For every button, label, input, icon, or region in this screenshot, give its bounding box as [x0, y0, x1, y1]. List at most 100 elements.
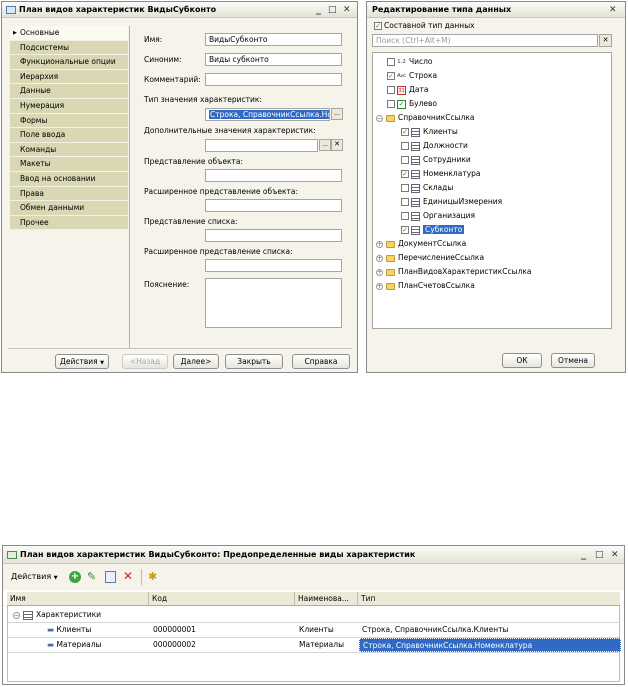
- type-select-button[interactable]: ...: [331, 108, 343, 120]
- minimize-button[interactable]: _: [581, 546, 586, 563]
- nav-item-rights[interactable]: Права: [10, 186, 128, 202]
- expand-icon[interactable]: +: [376, 254, 383, 262]
- table-row[interactable]: ▬ Материалы 000000002 Материалы Строка, …: [8, 638, 621, 653]
- search-clear-button[interactable]: ✕: [599, 34, 612, 47]
- next-button[interactable]: Далее>: [173, 354, 219, 369]
- object-extended-representation-label: Расширенное представление объекта:: [144, 187, 299, 196]
- explanation-field[interactable]: [205, 278, 342, 328]
- tree-group-chart-of-accounts-ref[interactable]: + ПланСчетовСсылка: [376, 279, 475, 292]
- help-button[interactable]: Справка: [292, 354, 350, 369]
- extra-values-field[interactable]: [205, 139, 318, 152]
- cancel-button[interactable]: Отмена: [551, 353, 595, 368]
- tree-group-enum-ref[interactable]: + ПеречислениеСсылка: [376, 251, 484, 264]
- toolbar-actions-menu[interactable]: Действия ▼: [11, 572, 58, 581]
- object-extended-representation-field[interactable]: [205, 199, 342, 212]
- tree-label: ПланВидовХарактеристикСсылка: [398, 267, 532, 276]
- tree-item-date[interactable]: 31 Дата: [387, 83, 428, 96]
- nav-item-functional-options[interactable]: Функциональные опции: [10, 55, 128, 70]
- checkbox-icon: [387, 58, 395, 66]
- minimize-button[interactable]: _: [316, 2, 321, 17]
- tree-item-clients[interactable]: ✓ Клиенты: [401, 125, 458, 138]
- nav-item-hierarchy[interactable]: Иерархия: [10, 69, 128, 85]
- close-dialog-button[interactable]: Закрыть: [225, 354, 283, 369]
- nav-item-input-based-on[interactable]: Ввод на основании: [10, 171, 128, 187]
- actions-button[interactable]: Действия ▼: [55, 354, 109, 369]
- collapse-icon[interactable]: −: [376, 114, 383, 122]
- list-representation-field[interactable]: [205, 229, 342, 242]
- tree-item-warehouses[interactable]: Склады: [401, 181, 453, 194]
- string-icon: Aᵦc: [397, 72, 406, 79]
- tree-item-organization[interactable]: Организация: [401, 209, 475, 222]
- close-button[interactable]: ✕: [611, 546, 619, 563]
- tree-item-string[interactable]: ✓ Aᵦc Строка: [387, 69, 437, 82]
- type-field[interactable]: Строка, СправочникСсылка.Ном: [205, 108, 330, 121]
- column-code[interactable]: Код: [149, 592, 295, 606]
- checkbox-icon: [401, 198, 409, 206]
- tree-label: Булево: [409, 99, 438, 108]
- copy-icon[interactable]: [105, 571, 116, 583]
- expand-icon[interactable]: +: [376, 268, 383, 276]
- type-search-input[interactable]: Поиск (Ctrl+Alt+M): [372, 34, 598, 47]
- catalog-icon: [411, 211, 420, 221]
- folder-icon: [386, 240, 395, 248]
- close-button[interactable]: ✕: [343, 2, 351, 17]
- nav-item-commands[interactable]: Команды: [10, 142, 128, 158]
- tree-group-document-ref[interactable]: + ДокументСсылка: [376, 237, 466, 250]
- checkbox-icon: [401, 156, 409, 164]
- type-editor-close-button[interactable]: ✕: [609, 2, 617, 17]
- ok-button[interactable]: ОК: [502, 353, 542, 368]
- nav-item-other[interactable]: Прочее: [10, 215, 128, 231]
- list-extended-representation-field[interactable]: [205, 259, 342, 272]
- catalog-icon: [411, 127, 420, 137]
- expand-icon[interactable]: +: [376, 240, 383, 248]
- comment-label: Комментарий:: [144, 75, 201, 84]
- collapse-icon[interactable]: −: [13, 611, 20, 619]
- explanation-label: Пояснение:: [144, 280, 190, 289]
- tree-item-subconto[interactable]: ✓ Субконто: [401, 223, 465, 236]
- folder-icon: [386, 268, 395, 276]
- nav-item-input-field[interactable]: Поле ввода: [10, 128, 128, 143]
- tree-item-units[interactable]: ЕдиницыИзмерения: [401, 195, 502, 208]
- tree-group-catalog-ref[interactable]: − СправочникСсылка: [376, 111, 474, 124]
- synonym-field[interactable]: Виды субконто: [205, 53, 342, 66]
- checkbox-icon: [401, 142, 409, 150]
- composite-type-checkbox[interactable]: ✓ Составной тип данных: [374, 21, 475, 30]
- nav-item-data[interactable]: Данные: [10, 84, 128, 99]
- tree-item-number[interactable]: 1.2 Число: [387, 55, 433, 68]
- comment-field[interactable]: [205, 73, 342, 86]
- extra-values-select-button[interactable]: ...: [319, 139, 331, 151]
- nav-item-numbering[interactable]: Нумерация: [10, 98, 128, 114]
- maximize-button[interactable]: □: [595, 546, 604, 563]
- name-field[interactable]: ВидыСубконто: [205, 33, 342, 46]
- nav-item-forms[interactable]: Формы: [10, 113, 128, 129]
- object-representation-field[interactable]: [205, 169, 342, 182]
- add-group-icon[interactable]: ✱: [148, 570, 157, 583]
- add-icon[interactable]: +: [69, 571, 81, 583]
- expand-icon[interactable]: +: [376, 282, 383, 290]
- tree-label: Номенклатура: [423, 169, 481, 178]
- toolbar: Действия ▼ + ✎ ✕ ✱: [3, 564, 624, 590]
- boolean-icon: ✓: [397, 99, 406, 109]
- nav-item-templates[interactable]: Макеты: [10, 157, 128, 172]
- nav-item-data-exchange[interactable]: Обмен данными: [10, 201, 128, 216]
- tree-item-nomenclature[interactable]: ✓ Номенклатура: [401, 167, 481, 180]
- table-row-root[interactable]: − Характеристики: [8, 608, 619, 623]
- tree-item-boolean[interactable]: ✓ Булево: [387, 97, 437, 110]
- tree-label: ЕдиницыИзмерения: [423, 197, 503, 206]
- nav-item-basic[interactable]: Основные: [10, 26, 128, 41]
- column-name[interactable]: Имя: [7, 592, 149, 606]
- column-title[interactable]: Наименова...: [295, 592, 358, 606]
- edit-icon[interactable]: ✎: [87, 570, 96, 583]
- back-button[interactable]: <Назад: [122, 354, 168, 369]
- tree-group-chart-of-characteristics-ref[interactable]: + ПланВидовХарактеристикСсылка: [376, 265, 531, 278]
- delete-icon[interactable]: ✕: [123, 569, 133, 583]
- toolbar-actions-label: Действия: [11, 572, 52, 581]
- column-type[interactable]: Тип: [358, 592, 620, 606]
- table-row[interactable]: ▬ Клиенты 000000001 Клиенты Строка, Спра…: [8, 623, 619, 638]
- extra-values-clear-button[interactable]: ✕: [331, 139, 343, 151]
- tree-item-employees[interactable]: Сотрудники: [401, 153, 471, 166]
- maximize-button[interactable]: □: [328, 2, 337, 17]
- actions-label: Действия: [60, 357, 98, 366]
- tree-item-positions[interactable]: Должности: [401, 139, 468, 152]
- nav-item-subsystems[interactable]: Подсистемы: [10, 40, 128, 56]
